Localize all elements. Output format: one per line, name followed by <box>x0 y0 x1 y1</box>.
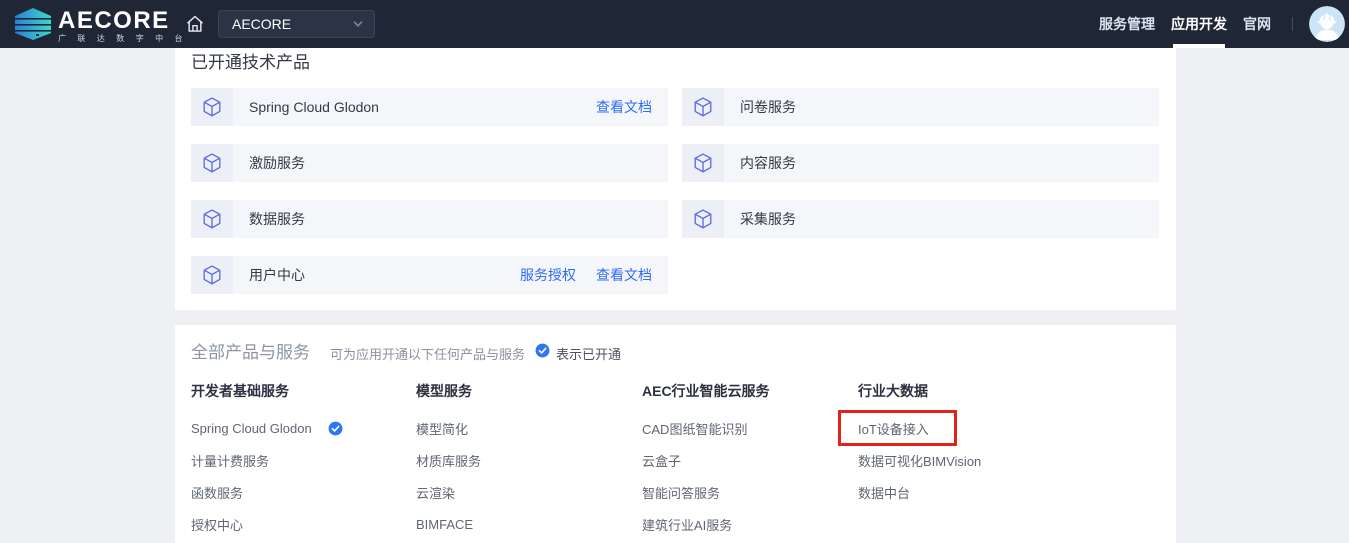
service-item-label: IoT设备接入 <box>858 419 929 438</box>
service-item-label: 数据可视化BIMVision <box>858 451 981 470</box>
all-products-title: 全部产品与服务 <box>191 343 310 363</box>
column-aec-cloud-services: AEC行业智能云服务 CAD图纸智能识别 云盒子 智能问答服务 建筑行业AI服务 <box>642 383 858 543</box>
service-item-iot-device-access[interactable]: IoT设备接入 <box>858 420 1160 436</box>
column-model-services: 模型服务 模型简化 材质库服务 云渲染 BIMFACE <box>416 383 642 543</box>
navbar-right: 服务管理 应用开发 官网 <box>1091 0 1349 48</box>
chevron-down-icon <box>352 18 364 30</box>
app-selector-dropdown[interactable]: AECORE <box>218 10 375 38</box>
product-row-content-service: 内容服务 <box>682 144 1159 182</box>
home-icon[interactable] <box>184 13 206 35</box>
opened-legend: 表示已开通 <box>535 343 621 363</box>
product-name: Spring Cloud Glodon <box>249 99 379 115</box>
check-circle-icon <box>328 421 343 436</box>
product-row-collection-service: 采集服务 <box>682 200 1159 238</box>
cube-icon <box>191 200 233 238</box>
cube-icon <box>191 144 233 182</box>
service-columns: 开发者基础服务 Spring Cloud Glodon 计量计费服务 函数服务 <box>191 383 1160 543</box>
service-item-label: CAD图纸智能识别 <box>642 419 747 438</box>
user-helmet-avatar[interactable] <box>1309 6 1345 42</box>
service-item-label: 数据中台 <box>858 483 910 502</box>
cube-icon <box>682 144 724 182</box>
view-docs-link[interactable]: 查看文档 <box>596 265 652 285</box>
service-authorization-link[interactable]: 服务授权 <box>520 265 576 285</box>
all-products-card: 全部产品与服务 可为应用开通以下任何产品与服务 表示已开通 开发者基础服务 Sp… <box>175 325 1176 543</box>
service-item-function-service[interactable]: 函数服务 <box>191 484 416 500</box>
product-name: 数据服务 <box>249 209 305 229</box>
service-item-label: 智能问答服务 <box>642 483 720 502</box>
service-item-data-middle-platform[interactable]: 数据中台 <box>858 484 1160 500</box>
product-row-incentive-service: 激励服务 <box>191 144 668 182</box>
service-item-label: 云盒子 <box>642 451 681 470</box>
column-header: 开发者基础服务 <box>191 383 416 399</box>
service-item-material-library[interactable]: 材质库服务 <box>416 452 642 468</box>
aecore-logo-icon <box>13 7 53 46</box>
opened-products-card: 已开通技术产品 Spring Cloud Glodon 查看文档 <box>175 48 1176 310</box>
column-developer-basic-services: 开发者基础服务 Spring Cloud Glodon 计量计费服务 函数服务 <box>191 383 416 543</box>
check-circle-icon <box>535 343 550 363</box>
nav-item-app-development[interactable]: 应用开发 <box>1171 0 1227 48</box>
product-row-data-service: 数据服务 <box>191 200 668 238</box>
opened-legend-label: 表示已开通 <box>556 344 621 363</box>
product-name: 激励服务 <box>249 153 305 173</box>
product-name: 内容服务 <box>740 153 796 173</box>
service-item-model-simplification[interactable]: 模型简化 <box>416 420 642 436</box>
service-item-label: 函数服务 <box>191 483 243 502</box>
service-item-label: 模型简化 <box>416 419 468 438</box>
all-products-subtitle: 可为应用开通以下任何产品与服务 <box>330 344 525 363</box>
service-item-cloud-box[interactable]: 云盒子 <box>642 452 858 468</box>
cube-icon <box>682 200 724 238</box>
service-item-cad-recognition[interactable]: CAD图纸智能识别 <box>642 420 858 436</box>
product-name: 用户中心 <box>249 265 305 285</box>
opened-products-title: 已开通技术产品 <box>191 53 1160 73</box>
logo-title: AECORE <box>58 10 187 32</box>
all-products-header: 全部产品与服务 可为应用开通以下任何产品与服务 表示已开通 <box>191 343 1160 363</box>
product-name: 问卷服务 <box>740 97 796 117</box>
service-item-label: 计量计费服务 <box>191 451 269 470</box>
service-item-data-visualization-bimvision[interactable]: 数据可视化BIMVision <box>858 452 1160 468</box>
service-item-metering-billing[interactable]: 计量计费服务 <box>191 452 416 468</box>
aecore-logo[interactable]: AECORE 广 联 达 数 字 中 台 <box>13 7 187 46</box>
logo-subtitle: 广 联 达 数 字 中 台 <box>58 33 187 44</box>
column-header: AEC行业智能云服务 <box>642 383 858 399</box>
service-item-construction-ai[interactable]: 建筑行业AI服务 <box>642 516 858 532</box>
service-item-label: BIMFACE <box>416 517 473 532</box>
top-navbar: AECORE 广 联 达 数 字 中 台 AECORE 服务管理 应用开发 官网 <box>0 0 1349 48</box>
product-row-questionnaire-service: 问卷服务 <box>682 88 1159 126</box>
service-item-cloud-rendering[interactable]: 云渲染 <box>416 484 642 500</box>
product-row-spring-cloud-glodon: Spring Cloud Glodon 查看文档 <box>191 88 668 126</box>
cube-icon <box>191 88 233 126</box>
service-item-label: 建筑行业AI服务 <box>642 515 732 534</box>
service-item-label: 云渲染 <box>416 483 455 502</box>
service-item-smart-qa[interactable]: 智能问答服务 <box>642 484 858 500</box>
cube-icon <box>191 256 233 294</box>
column-industry-big-data: 行业大数据 IoT设备接入 数据可视化BIMVision 数据中台 <box>858 383 1160 543</box>
service-item-label: 授权中心 <box>191 515 243 534</box>
service-item-label: Spring Cloud Glodon <box>191 421 312 436</box>
service-item-label: 材质库服务 <box>416 451 481 470</box>
column-header: 模型服务 <box>416 383 642 399</box>
view-docs-link[interactable]: 查看文档 <box>596 97 652 117</box>
product-name: 采集服务 <box>740 209 796 229</box>
service-item-bimface[interactable]: BIMFACE <box>416 516 642 532</box>
opened-products-grid: Spring Cloud Glodon 查看文档 问卷服务 <box>191 88 1160 294</box>
nav-divider <box>1292 17 1293 31</box>
app-development-page: { "navbar": { "logo": { "title": "AECORE… <box>0 0 1349 543</box>
nav-item-service-management[interactable]: 服务管理 <box>1099 0 1155 48</box>
column-header: 行业大数据 <box>858 383 1160 399</box>
app-selector-value: AECORE <box>232 16 291 32</box>
cube-icon <box>682 88 724 126</box>
nav-item-official-site[interactable]: 官网 <box>1243 0 1271 48</box>
service-item-spring-cloud-glodon[interactable]: Spring Cloud Glodon <box>191 420 416 436</box>
product-row-user-center: 用户中心 服务授权 查看文档 <box>191 256 668 294</box>
service-item-authorization-center[interactable]: 授权中心 <box>191 516 416 532</box>
